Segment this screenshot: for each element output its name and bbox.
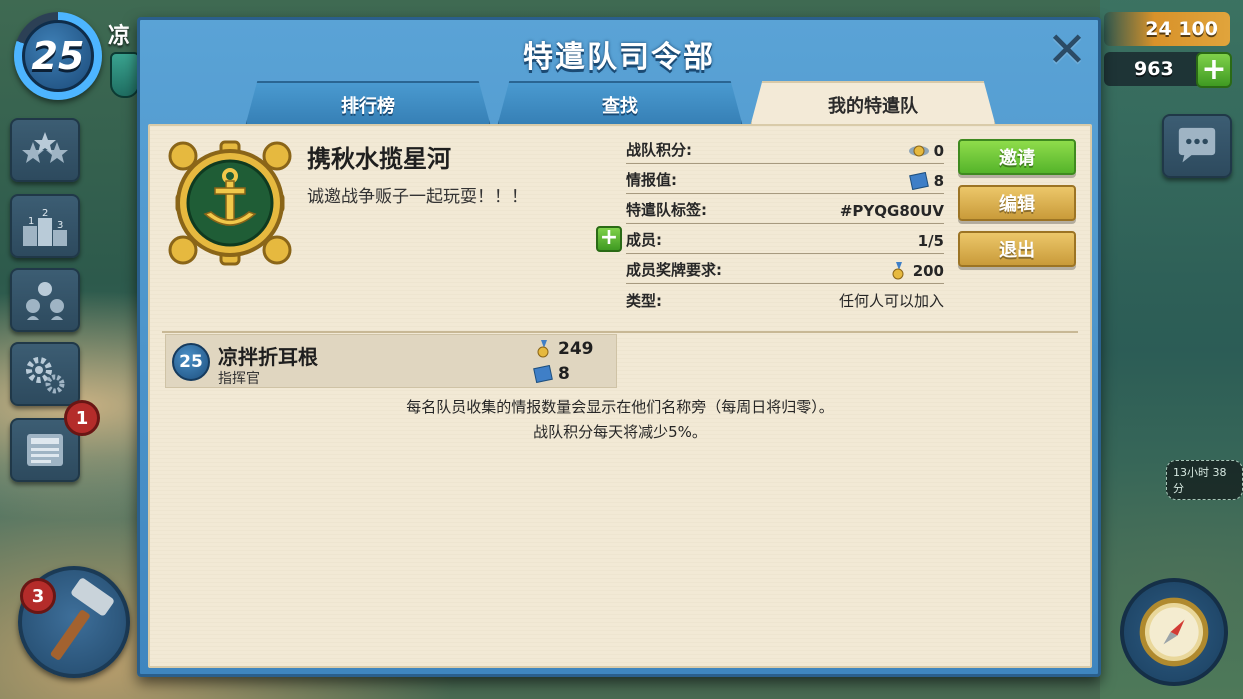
svg-text:3: 3: [57, 220, 63, 231]
player-name[interactable]: 凉: [108, 18, 130, 50]
stat-value: 200: [912, 262, 944, 280]
stat-value: #PYQG80UV: [839, 202, 944, 220]
close-button[interactable]: ✕: [1044, 26, 1090, 74]
stat-value-intel: 8: [908, 172, 944, 190]
member-intel-count: 8: [558, 364, 570, 384]
add-member-button[interactable]: +: [596, 226, 622, 252]
dialog-title: 特遣队司令部: [523, 40, 715, 75]
info-text-intel: 每名队员收集的情报数量会显示在他们名称旁（每周日将归零）。: [406, 398, 834, 416]
info-text-score-decay: 战队积分每天将减少5%。: [533, 423, 707, 441]
stat-label: 特遣队标签:: [626, 201, 707, 219]
tab-my-task-force[interactable]: 我的特遣队: [750, 81, 996, 127]
chat-bubble-icon: [1178, 127, 1216, 163]
stat-row-tag: 特遣队标签: #PYQG80UV: [626, 198, 944, 224]
newspaper-icon: [27, 434, 63, 466]
leaderboard-button[interactable]: 1 2 3: [10, 194, 80, 258]
rank-badge-icon[interactable]: [110, 52, 140, 98]
stars-button[interactable]: [10, 118, 80, 182]
podium-icon: 1 2 3: [23, 208, 67, 246]
member-level-badge: 25: [172, 343, 210, 381]
stat-value: 8: [933, 172, 944, 190]
player-level-number: 25: [22, 20, 94, 92]
trophy-wings-icon: [908, 145, 929, 157]
timer-label: 13小时 38分: [1166, 460, 1243, 500]
stat-value: 0: [933, 142, 944, 160]
medal-icon: [892, 262, 904, 280]
stat-label: 类型:: [626, 292, 662, 310]
stat-label: 成员奖牌要求:: [626, 261, 722, 279]
tab-search[interactable]: 查找: [497, 81, 743, 127]
member-medals: 249: [532, 339, 594, 359]
builder-count-badge: 3: [20, 578, 56, 614]
member-medal-count: 249: [558, 339, 594, 359]
task-force-hq-dialog: 特遣队司令部 ✕ 排行榜 查找 我的特遣队 携秋水揽星河 诚邀战争贩子一起玩耍！…: [137, 17, 1101, 677]
member-row[interactable]: 25 凉拌折耳根 指挥官 249 8: [165, 334, 617, 388]
stat-row-members: 成员: 1/5: [626, 228, 944, 254]
member-role: 指挥官: [218, 371, 260, 387]
svg-text:2: 2: [42, 208, 48, 219]
gold-counter: 24 100: [1104, 12, 1230, 46]
stat-row-intel: 情报值: 8: [626, 168, 944, 194]
news-notification-badge: 1: [64, 400, 100, 436]
intel-icon: [908, 172, 929, 190]
edit-button[interactable]: 编辑: [958, 185, 1076, 221]
stat-label: 情报值:: [626, 171, 677, 189]
intel-icon: [533, 365, 553, 383]
stars-icon: [22, 132, 68, 163]
team-name: 携秋水揽星河: [307, 145, 451, 173]
chat-button[interactable]: [1162, 114, 1232, 178]
svg-text:1: 1: [28, 216, 34, 227]
group-icon: [26, 282, 64, 320]
my-task-force-panel: 携秋水揽星河 诚邀战争贩子一起玩耍！！！ 战队积分: 0 情报值: 8 特遣队标…: [148, 124, 1092, 668]
stat-row-team-score: 战队积分: 0: [626, 138, 944, 164]
team-anchor-emblem-icon: [168, 140, 292, 266]
stat-value-team-score: 0: [908, 142, 944, 160]
member-name: 凉拌折耳根: [218, 345, 318, 369]
stat-value: 任何人可以加入: [838, 292, 944, 310]
leave-button[interactable]: 退出: [958, 231, 1076, 267]
section-divider: [162, 331, 1078, 333]
stat-row-type: 类型: 任何人可以加入: [626, 288, 944, 314]
stat-row-medal-requirement: 成员奖牌要求: 200: [626, 258, 944, 284]
stat-value: 1/5: [917, 232, 944, 250]
settings-button[interactable]: [10, 342, 80, 406]
player-level-badge[interactable]: 25: [14, 12, 102, 100]
invite-button[interactable]: 邀请: [958, 139, 1076, 175]
stat-label: 成员:: [626, 231, 662, 249]
map-button[interactable]: [1120, 578, 1228, 686]
stat-label: 战队积分:: [626, 141, 692, 159]
compass-icon: [1139, 597, 1209, 667]
medal-icon: [537, 340, 549, 358]
close-icon: ✕: [1046, 22, 1088, 78]
gear-icon: [26, 357, 65, 394]
tab-leaderboard[interactable]: 排行榜: [245, 81, 491, 127]
member-intel: 8: [532, 364, 570, 384]
add-gems-button[interactable]: +: [1196, 52, 1232, 88]
stat-value-medals: 200: [887, 262, 944, 280]
task-force-button[interactable]: [10, 268, 80, 332]
team-description: 诚邀战争贩子一起玩耍！！！: [307, 187, 528, 207]
